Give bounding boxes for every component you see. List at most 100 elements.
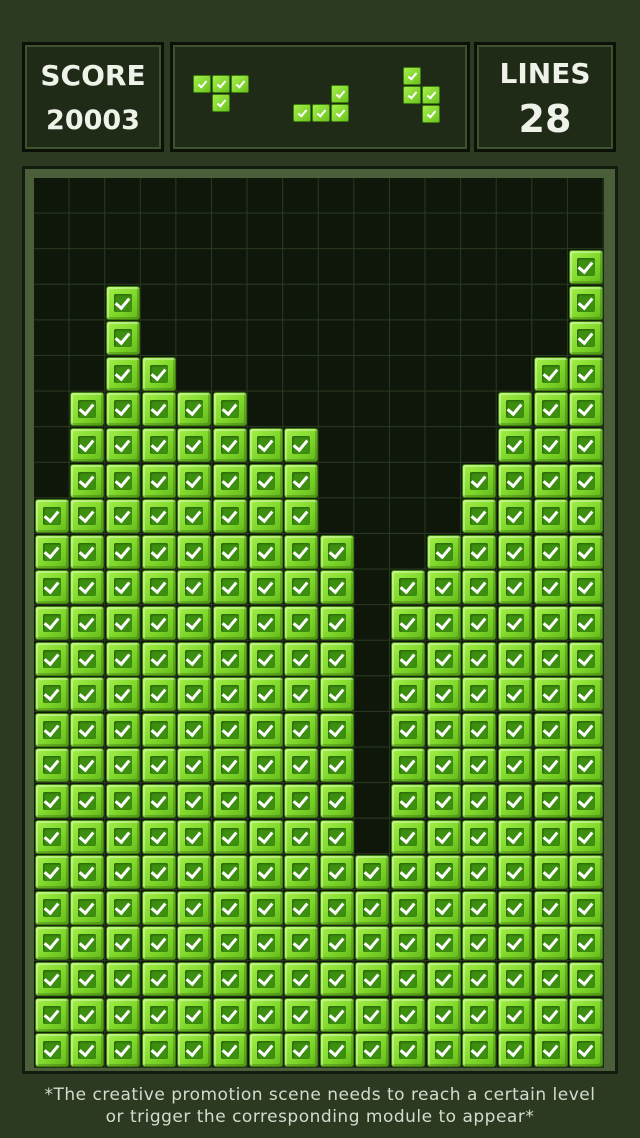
board-block	[141, 356, 176, 391]
board-block	[426, 606, 461, 640]
board-block	[106, 819, 141, 854]
board-block	[212, 499, 247, 534]
board-block	[177, 712, 212, 747]
board-block	[533, 499, 568, 534]
board-block	[248, 784, 283, 818]
board-block	[177, 499, 212, 534]
board-block	[391, 606, 426, 640]
board-block	[497, 748, 532, 783]
board-block	[34, 997, 69, 1032]
board-block	[569, 997, 604, 1032]
board-block	[426, 926, 461, 961]
board-block	[212, 997, 247, 1032]
board-block	[426, 570, 461, 605]
board-block	[212, 392, 247, 427]
next-piece-cell	[231, 75, 249, 93]
board-block	[212, 428, 247, 462]
board-block	[391, 677, 426, 712]
board-block	[212, 606, 247, 640]
board-block	[141, 784, 176, 818]
board-block	[212, 534, 247, 569]
board-block	[106, 641, 141, 676]
board-block	[462, 534, 497, 569]
board-block	[34, 641, 69, 676]
board-block	[462, 712, 497, 747]
board-block	[106, 356, 141, 391]
board-block	[533, 926, 568, 961]
board-block	[497, 1033, 532, 1068]
board-block	[106, 285, 141, 320]
board-block	[533, 819, 568, 854]
board-block	[177, 534, 212, 569]
board-block	[70, 534, 105, 569]
board-block	[70, 499, 105, 534]
board-block	[569, 250, 604, 284]
board-block	[533, 428, 568, 462]
board-block	[248, 997, 283, 1032]
board-block	[426, 534, 461, 569]
board-block	[248, 677, 283, 712]
board-block	[177, 428, 212, 462]
board-block	[426, 641, 461, 676]
board-block	[569, 321, 604, 356]
board-block	[497, 463, 532, 498]
board-block	[141, 1033, 176, 1068]
board-block	[569, 356, 604, 391]
board-block	[70, 855, 105, 890]
board-block	[70, 819, 105, 854]
board-block	[70, 997, 105, 1032]
board-block	[569, 428, 604, 462]
board-block	[70, 890, 105, 925]
board-block	[391, 926, 426, 961]
board-block	[391, 784, 426, 818]
board-block	[426, 819, 461, 854]
board-block	[533, 1033, 568, 1068]
board-block	[34, 712, 69, 747]
board-block	[319, 1033, 354, 1068]
board-block	[426, 890, 461, 925]
board-block	[141, 962, 176, 996]
board-block	[106, 570, 141, 605]
board-block	[141, 570, 176, 605]
game-board[interactable]	[34, 178, 604, 1068]
board-block	[248, 855, 283, 890]
board-block	[462, 677, 497, 712]
board-block	[284, 1033, 319, 1068]
board-block	[533, 677, 568, 712]
next-piece-cell	[422, 86, 440, 104]
board-block	[284, 997, 319, 1032]
board-block	[34, 926, 69, 961]
board-block	[426, 677, 461, 712]
board-block	[106, 926, 141, 961]
board-block	[34, 677, 69, 712]
board-block	[212, 926, 247, 961]
board-block	[462, 890, 497, 925]
board-block	[533, 890, 568, 925]
board-block	[34, 748, 69, 783]
board-block	[106, 855, 141, 890]
board-block	[284, 962, 319, 996]
board-block	[284, 499, 319, 534]
board-block	[462, 784, 497, 818]
board-block	[248, 534, 283, 569]
board-block	[212, 463, 247, 498]
lines-label: LINES	[499, 57, 591, 90]
board-block	[462, 570, 497, 605]
board-block	[284, 712, 319, 747]
board-block	[497, 855, 532, 890]
lines-panel: LINES 28	[474, 42, 616, 152]
board-block	[319, 890, 354, 925]
board-block	[497, 819, 532, 854]
board-block	[141, 606, 176, 640]
board-block	[533, 855, 568, 890]
board-block	[70, 463, 105, 498]
next-piece-cell	[403, 67, 421, 85]
board-block	[533, 641, 568, 676]
board-block	[177, 962, 212, 996]
board-block	[141, 712, 176, 747]
board-block	[497, 890, 532, 925]
board-block	[533, 534, 568, 569]
board-block	[426, 712, 461, 747]
board-block	[177, 1033, 212, 1068]
board-block	[248, 641, 283, 676]
